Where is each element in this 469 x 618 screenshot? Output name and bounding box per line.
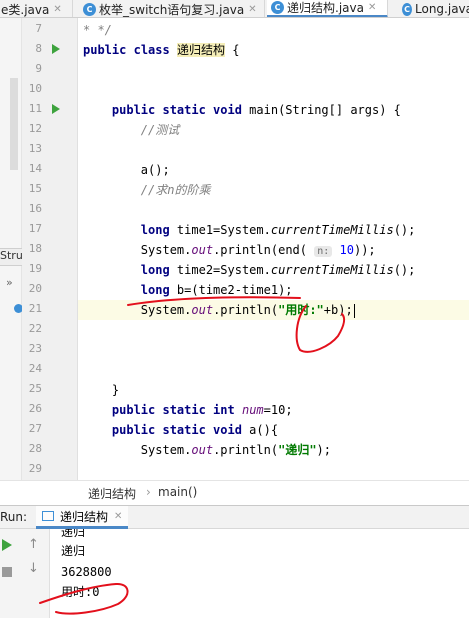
line-number: 29 [28, 462, 42, 475]
breadcrumb: 递归结构 › main() [0, 480, 469, 502]
console-line: 3628800 [61, 565, 112, 579]
line-number: 10 [28, 82, 42, 95]
console-output[interactable]: 递归 递归 3628800 用时:0 [50, 529, 469, 618]
code-line-15: //求n的阶乘 [140, 183, 211, 197]
java-class-icon: C [83, 2, 96, 16]
tab-label: Long.java [415, 2, 469, 16]
console-line: 递归 [61, 544, 86, 558]
code-line-28: System.out.println("递归"); [140, 443, 331, 457]
arrow-up-icon[interactable]: ↑ [28, 537, 39, 552]
code-line-21: System.out.println("用时:"+b); [140, 303, 355, 318]
run-panel-label: Run: [0, 510, 28, 524]
line-number: 25 [28, 382, 42, 395]
line-number: 9 [35, 62, 42, 75]
code-line-12: //测试 [140, 123, 180, 137]
tab-e-class[interactable]: e类.java ✕ [0, 0, 73, 17]
line-number: 21 [28, 302, 42, 315]
line-number: 8 [35, 42, 42, 55]
run-tab-label: 递归结构 [60, 509, 109, 524]
text-caret [353, 303, 355, 318]
tab-label: 递归结构.java [287, 1, 364, 15]
code-line-11: public static void main(String[] args) { [111, 103, 401, 117]
code-line-7: * */ [83, 23, 112, 37]
console-icon [42, 511, 54, 521]
breadcrumb-item-method[interactable]: main() [158, 485, 197, 499]
line-number: 12 [28, 122, 42, 135]
structure-panel-label[interactable]: Stru [0, 248, 22, 266]
code-line-18: System.out.println(end( n: 10)); [140, 243, 376, 257]
code-line-20: long b=(time2-time1); [140, 283, 293, 297]
code-line-26: public static int num=10; [111, 403, 293, 417]
code-line-25: } [111, 383, 120, 397]
line-number: 19 [28, 262, 42, 275]
chevron-right-icon[interactable]: » [6, 276, 13, 289]
rerun-icon[interactable] [2, 539, 12, 551]
console-line: 用时:0 [61, 585, 100, 599]
run-tab[interactable]: 递归结构 ✕ [36, 506, 129, 529]
line-number: 23 [28, 342, 42, 355]
tab-label: 枚举_switch语句复习.java [99, 2, 245, 17]
line-number: 11 [28, 102, 42, 115]
run-main-icon[interactable] [52, 104, 60, 114]
line-number: 24 [28, 362, 42, 375]
close-icon[interactable]: ✕ [368, 2, 376, 13]
tab-enum-switch[interactable]: C 枚举_switch语句复习.java ✕ [79, 0, 265, 17]
code-line-14: a(); [140, 163, 170, 177]
run-toolbar: ↑ ↓ [0, 529, 50, 618]
breadcrumb-item-class[interactable]: 递归结构 [88, 485, 136, 502]
scrollbar[interactable] [10, 78, 18, 170]
stop-icon[interactable] [2, 567, 12, 577]
line-number: 13 [28, 142, 42, 155]
java-class-icon: C [271, 1, 284, 14]
close-icon[interactable]: ✕ [248, 4, 256, 15]
editor-tab-bar: e类.java ✕ C 枚举_switch语句复习.java ✕ C 递归结构.… [0, 0, 469, 18]
tab-long-java[interactable]: C Long.java [398, 0, 469, 17]
code-line-27: public static void a(){ [111, 423, 279, 437]
breadcrumb-separator: › [146, 485, 151, 499]
parameter-hint: n: [314, 246, 333, 257]
tab-recursion-structure[interactable]: C 递归结构.java ✕ [267, 0, 388, 17]
line-number: 14 [28, 162, 42, 175]
code-editor[interactable]: * */ public class 递归结构 { public static v… [78, 18, 469, 478]
close-icon[interactable]: ✕ [114, 511, 122, 522]
line-number: 17 [28, 222, 42, 235]
run-class-icon[interactable] [52, 44, 60, 54]
code-line-17: long time1=System.currentTimeMillis(); [140, 223, 416, 237]
tab-label: e类.java [1, 2, 50, 17]
line-number: 28 [28, 442, 42, 455]
line-number: 27 [28, 422, 42, 435]
line-number: 7 [35, 22, 42, 35]
line-number: 22 [28, 322, 42, 335]
line-number: 20 [28, 282, 42, 295]
arrow-down-icon[interactable]: ↓ [28, 561, 39, 576]
java-class-icon: C [402, 2, 412, 16]
code-line-19: long time2=System.currentTimeMillis(); [140, 263, 416, 277]
close-icon[interactable]: ✕ [53, 4, 61, 15]
run-panel-header: Run: 递归结构 ✕ [0, 505, 469, 529]
line-number: 15 [28, 182, 42, 195]
line-number: 16 [28, 202, 42, 215]
code-line-8: public class 递归结构 { [83, 43, 240, 57]
line-number: 18 [28, 242, 42, 255]
line-number: 26 [28, 402, 42, 415]
